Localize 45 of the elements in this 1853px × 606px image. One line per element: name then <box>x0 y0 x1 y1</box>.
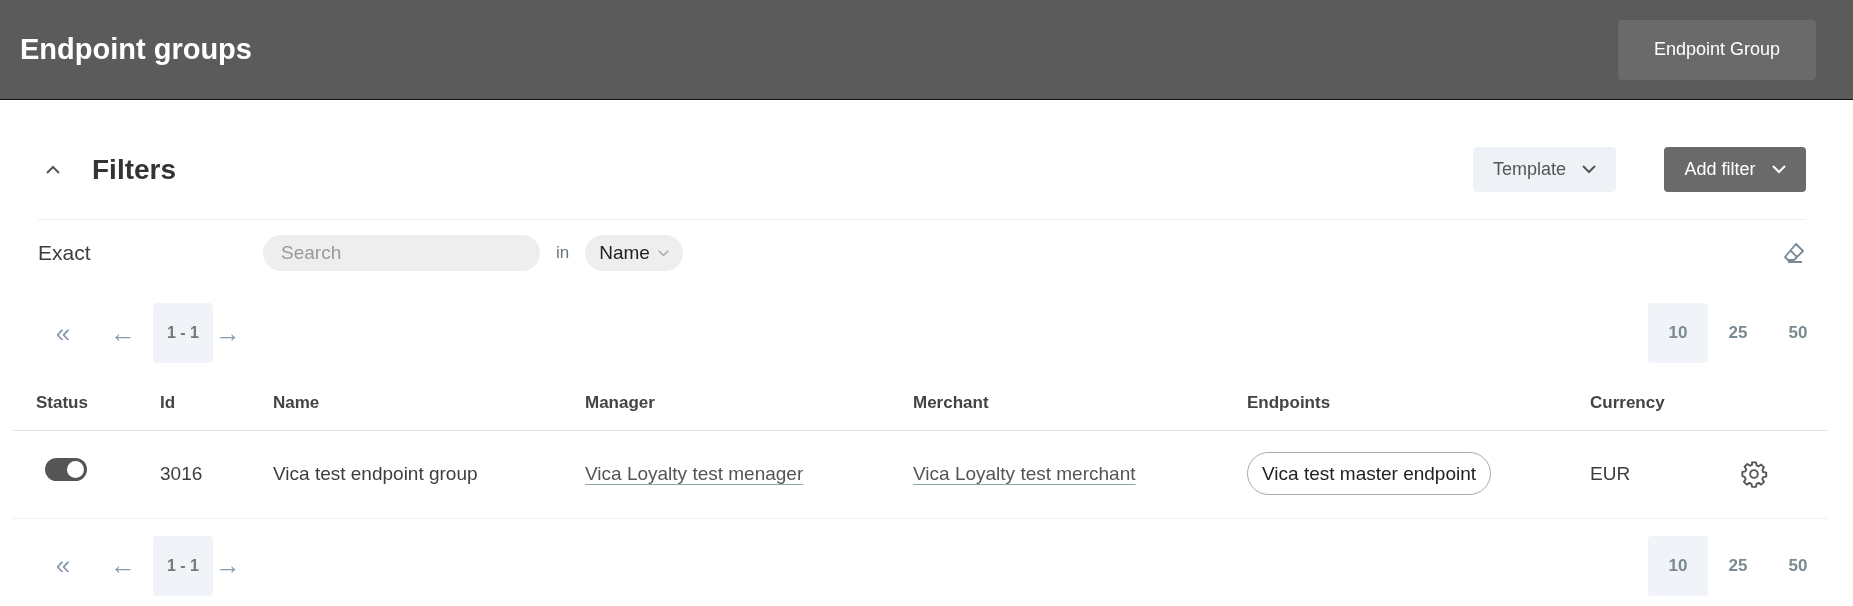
column-header: Endpoints <box>1247 368 1590 430</box>
page-size-option[interactable]: 50 <box>1768 535 1828 596</box>
chevron-down-icon <box>1582 165 1596 174</box>
collapse-icon <box>46 165 60 174</box>
in-label: in <box>556 242 570 265</box>
previous-page-button[interactable]: ← <box>93 546 153 585</box>
field-dropdown[interactable]: Name <box>585 235 683 271</box>
row-settings-button[interactable] <box>1740 460 1768 489</box>
column-header: Status <box>13 368 160 430</box>
table-cell: 3016 <box>160 462 203 484</box>
next-page-button[interactable]: → <box>213 313 243 353</box>
column-header: Manager <box>585 368 913 430</box>
column-header: Name <box>273 368 585 430</box>
previous-page-button[interactable]: ← <box>93 313 153 353</box>
page-size-option[interactable]: 50 <box>1768 303 1828 363</box>
first-page-button[interactable]: « <box>33 313 93 353</box>
page-size-option[interactable]: 25 <box>1708 303 1768 363</box>
chevron-down-icon <box>657 248 669 258</box>
clear-filters-button[interactable] <box>1782 240 1806 266</box>
filters-heading: Filters <box>92 152 177 187</box>
new-group-button[interactable]: Endpoint Group <box>1618 19 1816 80</box>
page-size-option[interactable]: 10 <box>1648 303 1708 363</box>
manager-link[interactable]: Vica Loyalty test menager <box>585 462 804 484</box>
page-size-option[interactable]: 25 <box>1708 535 1768 596</box>
table-cell: Vica test endpoint group <box>273 462 478 484</box>
column-header: Id <box>160 368 273 430</box>
endpoint-tag[interactable]: Vica test master endpoint <box>1247 451 1492 495</box>
page-size-option[interactable]: 10 <box>1648 535 1708 596</box>
chevron-down-icon <box>1771 165 1786 174</box>
filter-label: Exact <box>38 240 92 267</box>
first-page-button[interactable]: « <box>33 546 93 585</box>
eraser-icon <box>1782 241 1806 266</box>
page-range[interactable]: 1 - 1 <box>153 303 213 363</box>
column-header: Merchant <box>913 368 1247 430</box>
settings-icon <box>1740 460 1768 489</box>
status-toggle[interactable] <box>45 458 87 482</box>
merchant-link[interactable]: Vica Loyalty test merchant <box>913 462 1136 484</box>
next-page-button[interactable]: → <box>213 546 243 585</box>
page-range[interactable]: 1 - 1 <box>153 535 213 596</box>
page-title: Endpoint groups <box>20 31 252 67</box>
table-cell: EUR <box>1590 462 1631 484</box>
template-dropdown[interactable]: Template <box>1473 147 1616 192</box>
add-filter-dropdown[interactable]: Add filter <box>1664 147 1806 192</box>
column-header: Currency <box>1590 368 1740 430</box>
search-field[interactable]: Search <box>263 235 540 271</box>
